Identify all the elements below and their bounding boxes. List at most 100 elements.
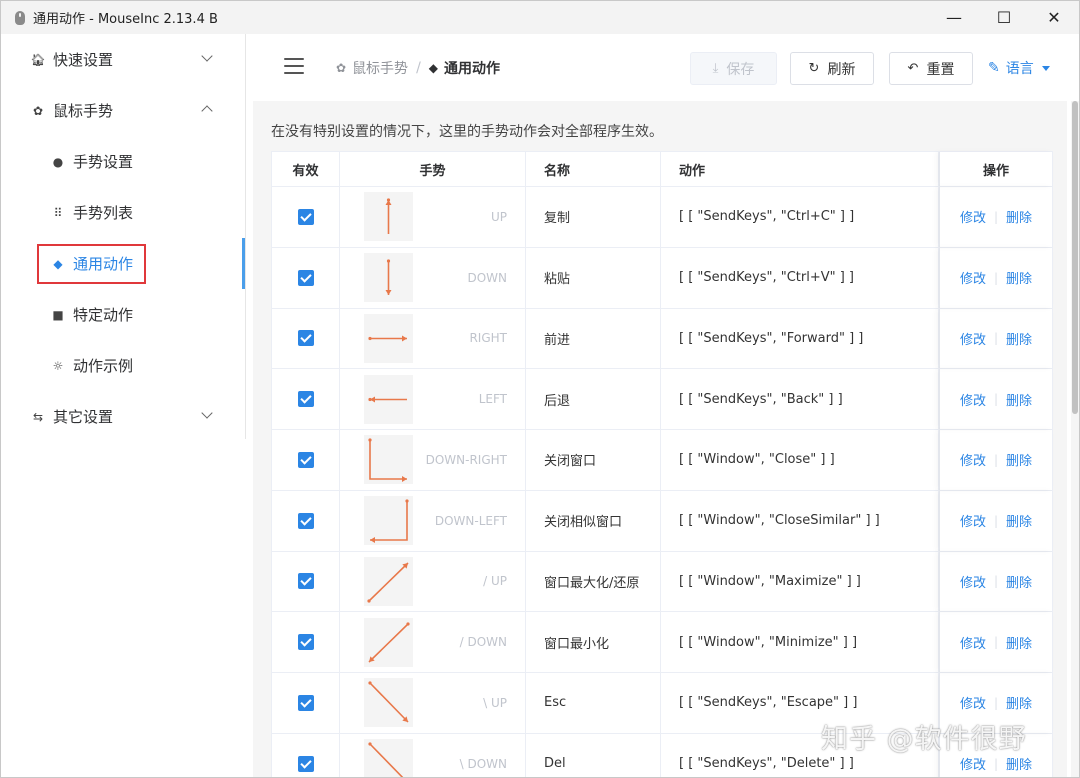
scrollbar[interactable] bbox=[1071, 101, 1079, 777]
delete-link[interactable]: 删除 bbox=[1006, 207, 1032, 226]
delete-link[interactable]: 删除 bbox=[1006, 754, 1032, 773]
edit-link[interactable]: 修改 bbox=[960, 329, 986, 348]
highlight-box bbox=[37, 244, 146, 284]
gesture-stroke-icon bbox=[368, 396, 407, 403]
gesture-cell: \ DOWN bbox=[340, 733, 526, 777]
language-label: 语言 bbox=[1005, 61, 1034, 77]
sidebar-item-other-settings[interactable]: ⇆ 其它设置 bbox=[1, 391, 245, 442]
close-button[interactable]: ✕ bbox=[1029, 1, 1079, 34]
breadcrumb: ✿ 鼠标手势 / ◆ 通用动作 bbox=[336, 58, 500, 78]
edit-link[interactable]: 修改 bbox=[960, 693, 986, 712]
menu-toggle-icon[interactable] bbox=[284, 58, 304, 74]
ops-separator: | bbox=[993, 209, 999, 224]
enabled-checkbox[interactable] bbox=[297, 269, 314, 286]
action-name: 窗口最小化 bbox=[526, 612, 661, 672]
gesture-cell: DOWN-LEFT bbox=[340, 490, 526, 551]
breadcrumb-item-mouse-gesture[interactable]: ✿ 鼠标手势 bbox=[336, 58, 408, 78]
mouse-app-icon bbox=[15, 10, 25, 25]
action-name: 粘贴 bbox=[526, 247, 661, 308]
edit-link[interactable]: 修改 bbox=[960, 390, 986, 409]
enabled-checkbox[interactable] bbox=[297, 694, 314, 711]
gesture-cell: \ UP bbox=[340, 673, 526, 733]
ops-separator: | bbox=[993, 392, 999, 407]
gesture-stroke-icon bbox=[368, 742, 404, 777]
sidebar-item-label: 特定动作 bbox=[73, 306, 134, 324]
language-dropdown[interactable]: ✎ 语言 bbox=[988, 58, 1050, 78]
sidebar-item-common-actions[interactable]: ◆ 通用动作 bbox=[1, 238, 245, 289]
ops-separator: | bbox=[993, 331, 999, 346]
action-name: Del bbox=[526, 733, 661, 777]
gesture-preview bbox=[364, 313, 413, 363]
gesture-stroke-icon bbox=[368, 438, 407, 483]
header-action: 动作 bbox=[661, 152, 939, 186]
valid-cell bbox=[272, 673, 340, 733]
table-body: UP 复制 [ [ "SendKeys", "Ctrl+C" ] ] 修改 | … bbox=[272, 187, 1053, 777]
briefcase-icon: ■ bbox=[52, 307, 64, 322]
sidebar-item-quick-settings[interactable]: 🏠︎ 快速设置 bbox=[1, 34, 245, 85]
breadcrumb-label: 鼠标手势 bbox=[352, 61, 409, 77]
gesture-label: LEFT bbox=[478, 392, 507, 407]
action-value: [ [ "Window", "CloseSimilar" ] ] bbox=[661, 490, 939, 551]
watermark: 知乎 @软件很野 bbox=[821, 724, 1027, 755]
edit-link[interactable]: 修改 bbox=[960, 633, 986, 652]
delete-link[interactable]: 删除 bbox=[1006, 329, 1032, 348]
table-row: DOWN-RIGHT 关闭窗口 [ [ "Window", "Close" ] … bbox=[272, 430, 1053, 491]
breadcrumb-label: 通用动作 bbox=[444, 61, 501, 77]
gesture-cell: RIGHT bbox=[340, 308, 526, 369]
maximize-button[interactable]: ☐ bbox=[979, 1, 1029, 34]
enabled-checkbox[interactable] bbox=[297, 755, 314, 772]
gesture-cell: DOWN bbox=[340, 247, 526, 308]
valid-cell bbox=[272, 430, 340, 490]
home-icon: 🏠︎ bbox=[30, 52, 46, 67]
enabled-checkbox[interactable] bbox=[297, 208, 314, 225]
gesture-label: DOWN-LEFT bbox=[434, 513, 507, 528]
cube-icon: ◆ bbox=[428, 61, 439, 75]
ops-cell: 修改 | 删除 bbox=[939, 612, 1053, 672]
ops-cell: 修改 | 删除 bbox=[939, 187, 1053, 247]
delete-link[interactable]: 删除 bbox=[1006, 450, 1032, 469]
edit-link[interactable]: 修改 bbox=[960, 450, 986, 469]
enabled-checkbox[interactable] bbox=[297, 451, 314, 468]
gesture-label: \ DOWN bbox=[459, 756, 507, 771]
sidebar-item-gesture-settings[interactable]: ● 手势设置 bbox=[1, 136, 245, 187]
enabled-checkbox[interactable] bbox=[297, 512, 314, 529]
chevron-down-icon bbox=[201, 50, 213, 62]
actions-table: 有效 手势 名称 动作 操作 UP 复制 [ [ "SendKeys", "Ct… bbox=[271, 151, 1053, 777]
ops-separator: | bbox=[993, 695, 999, 710]
sidebar-item-action-examples[interactable]: ☼ 动作示例 bbox=[1, 340, 245, 391]
save-button-label: 保存 bbox=[726, 61, 755, 78]
edit-link[interactable]: 修改 bbox=[960, 207, 986, 226]
delete-link[interactable]: 删除 bbox=[1006, 633, 1032, 652]
refresh-button[interactable]: ↻ 刷新 bbox=[790, 52, 874, 85]
sidebar-item-specific-actions[interactable]: ■ 特定动作 bbox=[1, 289, 245, 340]
sidebar-item-label: 鼠标手势 bbox=[53, 102, 114, 120]
valid-cell bbox=[272, 551, 340, 612]
sidebar-item-mouse-gesture[interactable]: ✿ 鼠标手势 bbox=[1, 85, 245, 136]
edit-link[interactable]: 修改 bbox=[960, 511, 986, 530]
delete-link[interactable]: 删除 bbox=[1006, 268, 1032, 287]
enabled-checkbox[interactable] bbox=[297, 330, 314, 347]
action-value: [ [ "SendKeys", "Forward" ] ] bbox=[661, 308, 939, 369]
gesture-label: / UP bbox=[483, 574, 507, 589]
enabled-checkbox[interactable] bbox=[297, 634, 314, 651]
scrollbar-thumb[interactable] bbox=[1072, 101, 1078, 414]
gesture-preview bbox=[364, 435, 413, 485]
delete-link[interactable]: 删除 bbox=[1006, 572, 1032, 591]
edit-link[interactable]: 修改 bbox=[960, 754, 986, 773]
reset-button-label: 重置 bbox=[926, 61, 955, 78]
delete-link[interactable]: 删除 bbox=[1006, 511, 1032, 530]
minimize-button[interactable]: — bbox=[929, 1, 979, 34]
enabled-checkbox[interactable] bbox=[297, 391, 314, 408]
sidebar-item-gesture-list[interactable]: ⠿ 手势列表 bbox=[1, 187, 245, 238]
delete-link[interactable]: 删除 bbox=[1006, 390, 1032, 409]
edit-link[interactable]: 修改 bbox=[960, 572, 986, 591]
valid-cell bbox=[272, 733, 340, 777]
save-button[interactable]: ⤓ 保存 bbox=[690, 52, 777, 85]
enabled-checkbox[interactable] bbox=[297, 573, 314, 590]
reset-button[interactable]: ↶ 重置 bbox=[889, 52, 973, 85]
delete-link[interactable]: 删除 bbox=[1006, 693, 1032, 712]
ops-cell: 修改 | 删除 bbox=[939, 430, 1053, 490]
edit-link[interactable]: 修改 bbox=[960, 268, 986, 287]
gesture-label: RIGHT bbox=[469, 331, 507, 346]
gesture-stroke-icon bbox=[385, 259, 392, 296]
